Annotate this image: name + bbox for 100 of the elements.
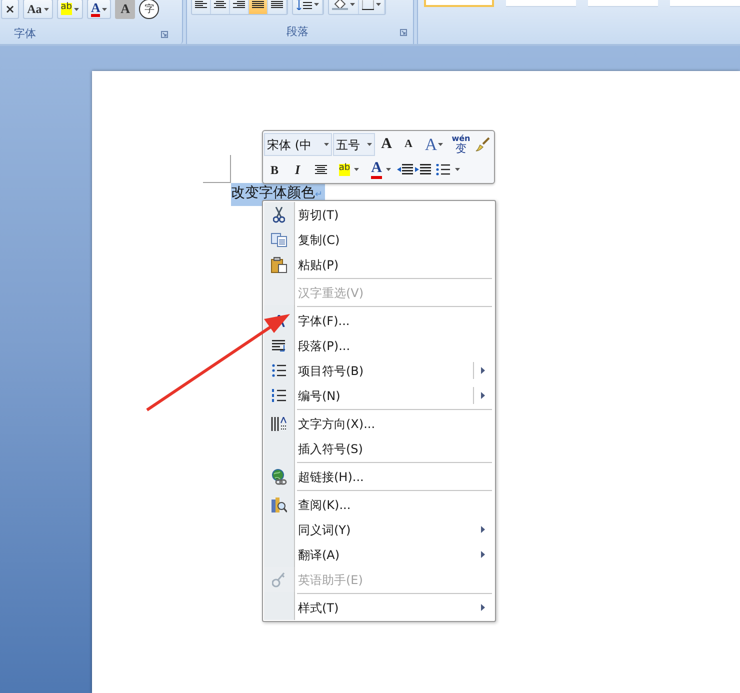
decrease-indent-icon[interactable]	[397, 164, 413, 176]
menu-label: 查阅(K)...	[298, 496, 351, 514]
numbered-list-icon	[272, 389, 286, 402]
submenu-arrow-icon	[481, 526, 485, 533]
alignment-icon	[314, 164, 326, 174]
menu-label: 插入符号(S)	[298, 440, 363, 458]
style-swatch[interactable]	[506, 0, 576, 7]
menu-label: 文字方向(X)...	[298, 416, 376, 432]
paragraph-tool-button[interactable]	[230, 0, 249, 14]
paragraph-tool-button[interactable]	[210, 0, 230, 14]
submenu-arrow-icon	[481, 392, 485, 399]
font-color-button[interactable]: A	[367, 160, 395, 180]
alignment-icon	[252, 0, 264, 9]
dialog-launcher-icon[interactable]	[400, 28, 407, 36]
change-case-button[interactable]: Aa	[23, 0, 53, 19]
caret-icon	[367, 143, 372, 146]
line-spacing-icon	[296, 0, 312, 10]
clipboard-icon	[271, 256, 287, 272]
paint-bucket-icon	[332, 0, 348, 10]
grow-font-button[interactable]: A	[376, 134, 397, 154]
caret-icon	[386, 168, 391, 171]
menu-item[interactable]: 超链接(H)...	[264, 464, 494, 489]
highlight-button[interactable]: ab	[56, 0, 83, 19]
caret-icon	[376, 2, 381, 6]
menu-item[interactable]: 样式(T)	[264, 595, 494, 620]
menu-label: 样式(T)	[298, 600, 339, 616]
font-color-button[interactable]: A	[86, 0, 112, 19]
caret-icon	[314, 2, 319, 6]
alignment-icon	[232, 0, 245, 9]
menu-label: 剪切(T)	[298, 206, 339, 224]
shrink-font-button[interactable]: A	[398, 134, 419, 154]
caret-icon	[74, 8, 79, 10]
border-icon	[362, 0, 374, 10]
clear-format-button[interactable]: ×	[1, 0, 20, 19]
caret-icon	[455, 168, 460, 171]
paragraph-icon	[272, 338, 286, 352]
menu-label: 字体(F)...	[298, 312, 350, 330]
paragraph-tool-button[interactable]	[268, 0, 287, 14]
paragraph-tool-button[interactable]	[328, 0, 359, 14]
scissors-icon	[273, 206, 285, 222]
alignment-icon	[194, 0, 207, 9]
group-label: 字体	[14, 26, 36, 42]
text-direction-icon	[271, 416, 287, 430]
dialog-launcher-icon[interactable]	[160, 31, 168, 38]
globe-link-icon	[271, 468, 287, 484]
character-shading-button[interactable]: A	[115, 0, 136, 19]
enclose-character-button[interactable]: 字	[139, 0, 160, 19]
menu-label: 汉字重选(V)	[298, 284, 364, 302]
caret-icon	[350, 2, 355, 6]
menu-label: 段落(P)...	[298, 338, 350, 354]
submenu-arrow-icon	[481, 604, 485, 611]
menu-item[interactable]: 查阅(K)...	[264, 492, 494, 517]
caret-icon	[102, 8, 108, 10]
style-swatch[interactable]	[588, 0, 658, 7]
menu-label: 超链接(H)...	[298, 468, 364, 486]
increase-indent-icon[interactable]	[415, 164, 431, 176]
caret-icon	[44, 8, 49, 10]
menu-label: 粘贴(P)	[298, 256, 339, 274]
menu-item[interactable]: 文字方向(X)...	[264, 411, 494, 436]
menu-label: 同义词(Y)	[298, 522, 351, 538]
bullet-list-icon	[436, 164, 450, 176]
bullet-list-icon	[272, 364, 286, 377]
submenu-arrow-icon	[481, 551, 485, 558]
menu-item[interactable]: 同义词(Y)	[264, 517, 494, 542]
key-icon	[272, 572, 286, 588]
phonetic-guide-button[interactable]: wén 变	[449, 134, 473, 156]
highlight-button[interactable]: ab	[333, 160, 365, 180]
bold-button[interactable]: B	[264, 160, 285, 180]
copy-icon	[271, 232, 287, 246]
styles-button[interactable]: A	[420, 134, 448, 154]
menu-label: 复制(C)	[298, 232, 340, 248]
menu-item[interactable]: 粘贴(P)	[264, 252, 494, 277]
alignment-icon	[270, 0, 283, 9]
book-magnifier-icon	[271, 496, 287, 512]
menu-label: 项目符号(B)	[298, 362, 364, 380]
menu-label: 英语助手(E)	[298, 572, 363, 588]
paragraph-tool-button[interactable]	[192, 0, 211, 14]
font-name-field[interactable]: 宋体 (中	[264, 133, 332, 156]
menu-item[interactable]: 项目符号(B)	[264, 358, 494, 383]
paragraph-tool-button[interactable]	[358, 0, 385, 14]
style-swatch[interactable]	[424, 0, 494, 7]
caret-icon	[324, 143, 329, 146]
font-size-field[interactable]: 五号	[333, 133, 375, 156]
crop-mark	[203, 155, 231, 183]
menu-item[interactable]: 翻译(A)	[264, 542, 494, 567]
style-swatch[interactable]	[670, 0, 740, 7]
menu-item[interactable]: 段落(P)...	[264, 333, 494, 358]
menu-item[interactable]: 复制(C)	[264, 227, 494, 252]
menu-item[interactable]: 编号(N)	[264, 383, 494, 408]
italic-button[interactable]: I	[287, 160, 308, 180]
submenu-arrow-icon	[481, 367, 485, 374]
menu-label: 翻译(A)	[298, 546, 340, 564]
caret-icon	[438, 143, 444, 146]
group-label: 段落	[286, 24, 309, 40]
alignment-icon	[214, 0, 226, 9]
menu-item[interactable]: 插入符号(S)	[264, 436, 494, 461]
paragraph-tool-button[interactable]	[248, 0, 268, 14]
brush-icon[interactable]	[474, 136, 490, 152]
caret-icon	[354, 168, 360, 171]
menu-label: 编号(N)	[298, 388, 340, 404]
